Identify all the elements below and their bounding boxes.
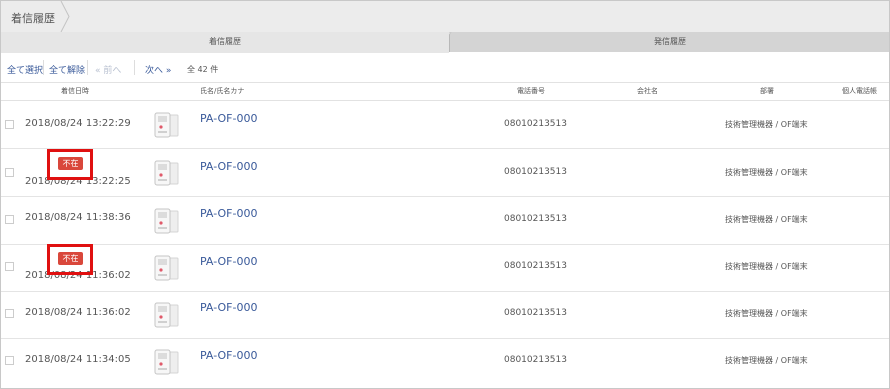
call-history-panel: 着信履歴 着信履歴 発信履歴 全て選択 全て解除 « 前へ 次へ » 全 42 … xyxy=(0,0,890,389)
table-row[interactable]: 2018/08/24 11:34:05 PA-OF-000 0801021351… xyxy=(1,339,889,386)
contact-name-link[interactable]: PA-OF-000 xyxy=(200,255,257,268)
toolbar-divider xyxy=(87,60,88,75)
next-button[interactable]: 次へ » xyxy=(145,63,171,76)
department: 技術管理機器 / OF端末 xyxy=(725,356,808,365)
row-checkbox[interactable] xyxy=(5,120,14,129)
breadcrumb-label: 着信履歴 xyxy=(11,12,55,25)
table-row[interactable]: 2018/08/24 11:36:02 不在 PA-OF-000 0801021… xyxy=(1,244,889,292)
toolbar: 全て選択 全て解除 « 前へ 次へ » 全 42 件 xyxy=(1,54,889,83)
column-header-phone[interactable]: 電話番号 xyxy=(517,86,545,96)
toolbar-divider xyxy=(134,60,135,75)
highlight-box xyxy=(47,149,93,180)
tab-bar: 着信履歴 発信履歴 xyxy=(1,32,889,53)
call-datetime: 2018/08/24 11:36:02 xyxy=(25,307,131,318)
department: 技術管理機器 / OF端末 xyxy=(725,120,808,129)
desk-phone-icon xyxy=(154,160,179,186)
department: 技術管理機器 / OF端末 xyxy=(725,309,808,318)
call-datetime: 2018/08/24 13:22:29 xyxy=(25,118,131,129)
table-row[interactable]: 2018/08/24 11:36:02 PA-OF-000 0801021351… xyxy=(1,291,889,339)
breadcrumb[interactable]: 着信履歴 xyxy=(1,1,70,32)
desk-phone-icon xyxy=(154,302,179,328)
row-checkbox[interactable] xyxy=(5,168,14,177)
phone-number: 08010213513 xyxy=(504,261,567,271)
phone-number: 08010213513 xyxy=(504,308,567,318)
deselect-all-button[interactable]: 全て解除 xyxy=(49,63,85,76)
call-datetime: 2018/08/24 11:38:36 xyxy=(25,212,131,223)
table-header: 着信日時 氏名/氏名カナ 電話番号 会社名 部署 個人電話帳 xyxy=(1,82,889,101)
table-row[interactable]: 2018/08/24 13:22:29 PA-OF-000 0801021351… xyxy=(1,101,889,149)
desk-phone-icon xyxy=(154,349,179,375)
contact-name-link[interactable]: PA-OF-000 xyxy=(200,112,257,125)
column-header-name[interactable]: 氏名/氏名カナ xyxy=(200,86,244,96)
table-row[interactable]: 2018/08/24 13:22:25 不在 PA-OF-000 0801021… xyxy=(1,149,889,197)
desk-phone-icon xyxy=(154,112,179,138)
row-checkbox[interactable] xyxy=(5,215,14,224)
contact-name-link[interactable]: PA-OF-000 xyxy=(200,301,257,314)
department: 技術管理機器 / OF端末 xyxy=(725,215,808,224)
column-header-datetime[interactable]: 着信日時 xyxy=(61,86,89,96)
table-row[interactable]: 2018/08/24 11:38:36 PA-OF-000 0801021351… xyxy=(1,197,889,245)
desk-phone-icon xyxy=(154,208,179,234)
select-all-button[interactable]: 全て選択 xyxy=(7,63,43,76)
tab-incoming[interactable]: 着信履歴 xyxy=(1,32,449,53)
next-label: 次へ xyxy=(145,66,164,76)
contact-name-link[interactable]: PA-OF-000 xyxy=(200,207,257,220)
contact-name-link[interactable]: PA-OF-000 xyxy=(200,349,257,362)
toolbar-divider xyxy=(43,60,44,75)
phone-number: 08010213513 xyxy=(504,355,567,365)
call-datetime: 2018/08/24 11:34:05 xyxy=(25,354,131,365)
double-chevron-left-icon: « xyxy=(95,66,101,76)
column-header-company[interactable]: 会社名 xyxy=(637,86,658,96)
double-chevron-right-icon: » xyxy=(165,66,172,76)
desk-phone-icon xyxy=(154,255,179,281)
breadcrumb-bar: 着信履歴 xyxy=(1,1,889,33)
row-checkbox[interactable] xyxy=(5,309,14,318)
prev-label: 前へ xyxy=(103,66,122,76)
total-count: 全 42 件 xyxy=(187,65,219,74)
tab-outgoing[interactable]: 発信履歴 xyxy=(449,32,889,52)
row-checkbox[interactable] xyxy=(5,356,14,365)
department: 技術管理機器 / OF端末 xyxy=(725,168,808,177)
column-header-department[interactable]: 部署 xyxy=(760,86,774,96)
prev-button[interactable]: « 前へ xyxy=(95,63,121,76)
contact-name-link[interactable]: PA-OF-000 xyxy=(200,160,257,173)
phone-number: 08010213513 xyxy=(504,119,567,129)
department: 技術管理機器 / OF端末 xyxy=(725,262,808,271)
phone-number: 08010213513 xyxy=(504,167,567,177)
column-header-personal-phone[interactable]: 個人電話帳 xyxy=(842,86,877,96)
highlight-box xyxy=(47,244,93,275)
phone-number: 08010213513 xyxy=(504,214,567,224)
row-checkbox[interactable] xyxy=(5,262,14,271)
